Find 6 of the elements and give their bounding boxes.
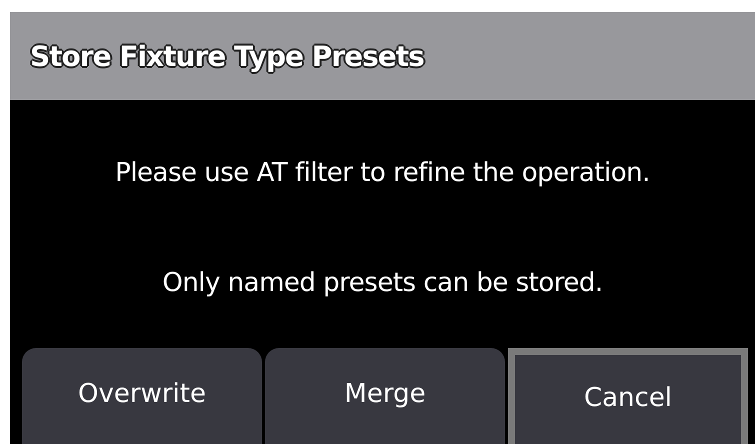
- dialog-button[interactable]: Cancel: [508, 348, 748, 444]
- dialog-button[interactable]: Merge: [265, 348, 505, 444]
- message-text: Please use AT filter to refine the operation.: [115, 158, 650, 188]
- dialog-button[interactable]: Overwrite: [22, 348, 262, 444]
- message-text: Only named presets can be stored.: [162, 268, 603, 298]
- dialog-title: Store Fixture Type Presets: [30, 40, 424, 72]
